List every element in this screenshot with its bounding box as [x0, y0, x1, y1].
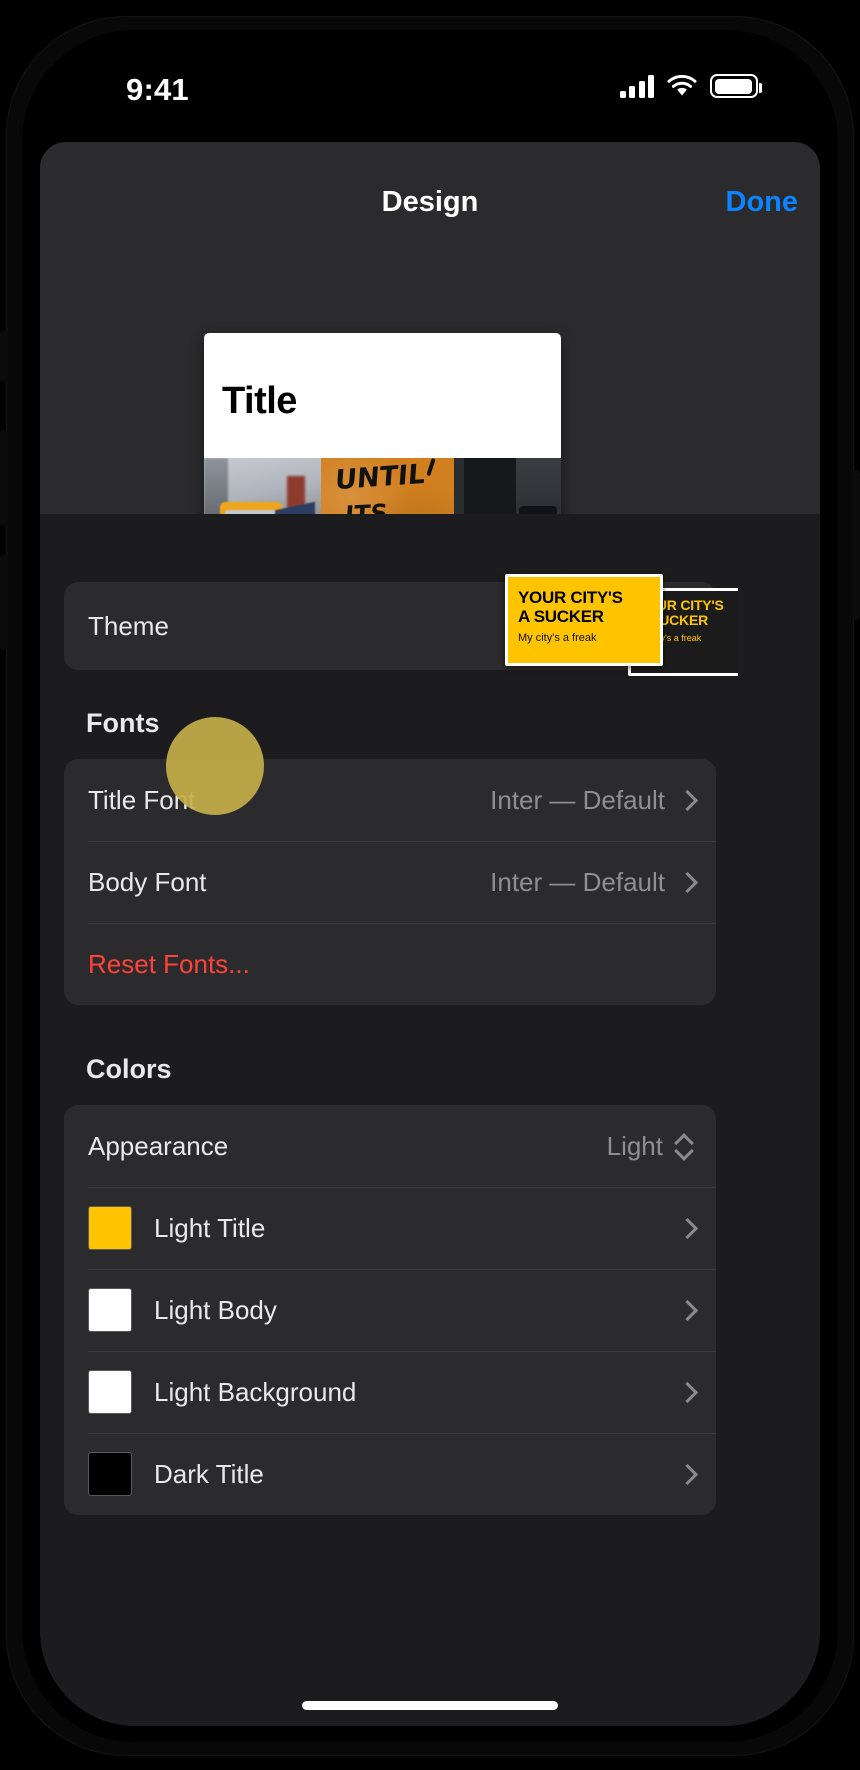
title-font-value: Inter — Default [490, 784, 665, 815]
reset-fonts-button[interactable]: Reset Fonts... [88, 949, 250, 980]
color-swatch [88, 1370, 132, 1414]
title-font-row[interactable]: Title Font Inter — Default [64, 759, 716, 841]
theme-row[interactable]: Theme New York YOUR CITY'SA SUCKER My ci… [64, 574, 738, 676]
cellular-bars-icon [619, 74, 654, 98]
color-label: Light Background [154, 1376, 357, 1407]
volume-up-button[interactable] [0, 430, 8, 526]
color-label: Light Body [154, 1294, 277, 1325]
home-indicator[interactable] [302, 1701, 558, 1710]
color-row-dark-title[interactable]: Dark Title [64, 1433, 716, 1515]
chevron-right-icon [679, 1299, 692, 1321]
chevron-right-icon [679, 1217, 692, 1239]
theme-label: Theme [88, 610, 169, 641]
body-font-label: Body Font [88, 866, 207, 897]
color-swatch [88, 1452, 132, 1496]
theme-group: Theme New York YOUR CITY'SA SUCKER My ci… [64, 574, 738, 676]
page-title: Design [381, 186, 479, 218]
status-bar-time: 9:41 [126, 72, 189, 107]
status-bar-indicators [619, 74, 762, 98]
theme-thumbnail-primary-subhead: My city's a freak [518, 632, 597, 645]
reset-fonts-row[interactable]: Reset Fonts... [64, 923, 716, 1005]
status-bar: 9:41 [40, 46, 820, 146]
color-row-light-title[interactable]: Light Title [64, 1187, 716, 1269]
preview-title-text: Title [222, 380, 297, 422]
color-label: Dark Title [154, 1458, 264, 1489]
settings-scroll-area[interactable]: Theme New York YOUR CITY'SA SUCKER My ci… [40, 514, 820, 1726]
chevron-right-icon [679, 1381, 692, 1403]
colors-group: Appearance Light Light Title Light Body [64, 1105, 716, 1515]
mute-switch[interactable] [0, 330, 8, 382]
chevron-right-icon [679, 1463, 692, 1485]
color-row-light-body[interactable]: Light Body [64, 1269, 716, 1351]
design-sheet: Design Done Title UNTIL ITS [40, 142, 820, 1726]
appearance-label: Appearance [88, 1130, 229, 1161]
chevron-right-icon [679, 871, 692, 893]
chevron-up-down-icon[interactable] [675, 1132, 692, 1160]
color-swatch [88, 1206, 132, 1250]
appearance-value: Light [606, 1130, 663, 1161]
power-button[interactable] [852, 470, 860, 620]
sheet-header: Design Done Title UNTIL ITS [40, 142, 820, 583]
colors-section-title: Colors [86, 1054, 172, 1084]
graffiti-line-1: UNTIL [334, 458, 427, 497]
appearance-row[interactable]: Appearance Light [64, 1105, 716, 1187]
battery-full-icon [710, 74, 762, 98]
chevron-right-icon [679, 789, 692, 811]
body-font-value: Inter — Default [490, 866, 665, 897]
body-font-row[interactable]: Body Font Inter — Default [64, 841, 716, 923]
wifi-icon [667, 74, 697, 98]
color-label: Light Title [154, 1212, 266, 1243]
theme-thumbnail-primary-headline: YOUR CITY'S A SUCKER [518, 588, 623, 627]
color-row-light-background[interactable]: Light Background [64, 1351, 716, 1433]
theme-thumbnail-carousel[interactable]: YOUR CITY'S A SUCKER My city's a freak YO… [488, 574, 738, 678]
done-button[interactable]: Done [726, 186, 799, 219]
iphone-device-frame: 9:41 Design Done Title UNTIL Theme YOUR … [0, 0, 860, 1770]
theme-thumbnail-primary[interactable]: YOUR CITY'S A SUCKER My city's a freak [505, 574, 663, 666]
device-screen: 9:41 Design Done Title UNTIL Theme YOUR … [40, 46, 820, 1726]
color-swatch [88, 1288, 132, 1332]
fonts-group: Title Font Inter — Default Body Font Int… [64, 759, 716, 1005]
title-font-label: Title Font [88, 784, 196, 815]
volume-down-button[interactable] [0, 554, 8, 650]
fonts-section-title: Fonts [86, 708, 160, 738]
